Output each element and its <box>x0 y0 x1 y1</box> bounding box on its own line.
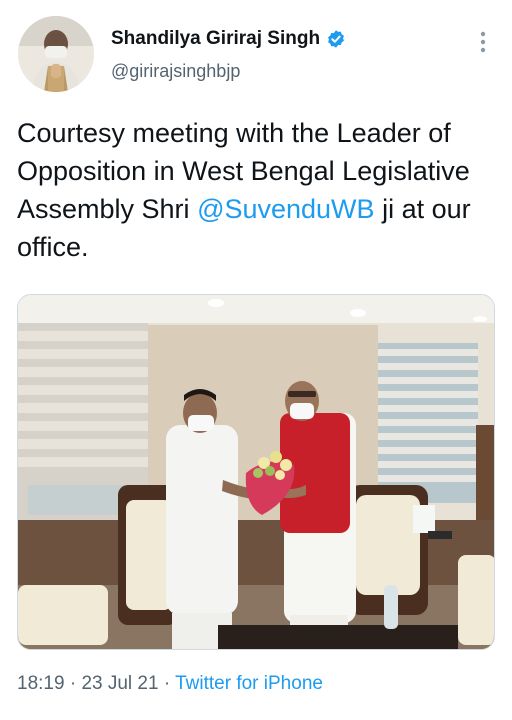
person-right <box>274 381 356 649</box>
author-names: Shandilya Giriraj Singh @girirajsinghbjp <box>111 28 346 82</box>
tweet-time[interactable]: 18:19 <box>17 673 65 694</box>
author-display-name[interactable]: Shandilya Giriraj Singh <box>111 28 320 50</box>
author-handle[interactable]: @girirajsinghbjp <box>111 61 346 82</box>
tweet-text: Courtesy meeting with the Leader of Oppo… <box>17 114 497 266</box>
meta-separator-2: · <box>158 673 176 694</box>
avatar[interactable] <box>18 16 94 92</box>
meta-separator: · <box>64 673 82 694</box>
mention-link[interactable]: @SuvenduWB <box>197 194 375 224</box>
author-display-name-row[interactable]: Shandilya Giriraj Singh <box>111 28 346 50</box>
tweet-meta: 18:19 · 23 Jul 21 · Twitter for iPhone <box>17 673 323 695</box>
more-options-icon[interactable] <box>476 30 490 54</box>
verified-badge-icon <box>328 30 344 48</box>
tweet-source-link[interactable]: Twitter for iPhone <box>175 673 323 694</box>
tweet-header: Shandilya Giriraj Singh @girirajsinghbjp <box>18 16 496 96</box>
tweet-photo[interactable] <box>17 294 495 650</box>
tweet-date[interactable]: 23 Jul 21 <box>81 673 158 694</box>
meeting-photo-image <box>18 295 494 649</box>
